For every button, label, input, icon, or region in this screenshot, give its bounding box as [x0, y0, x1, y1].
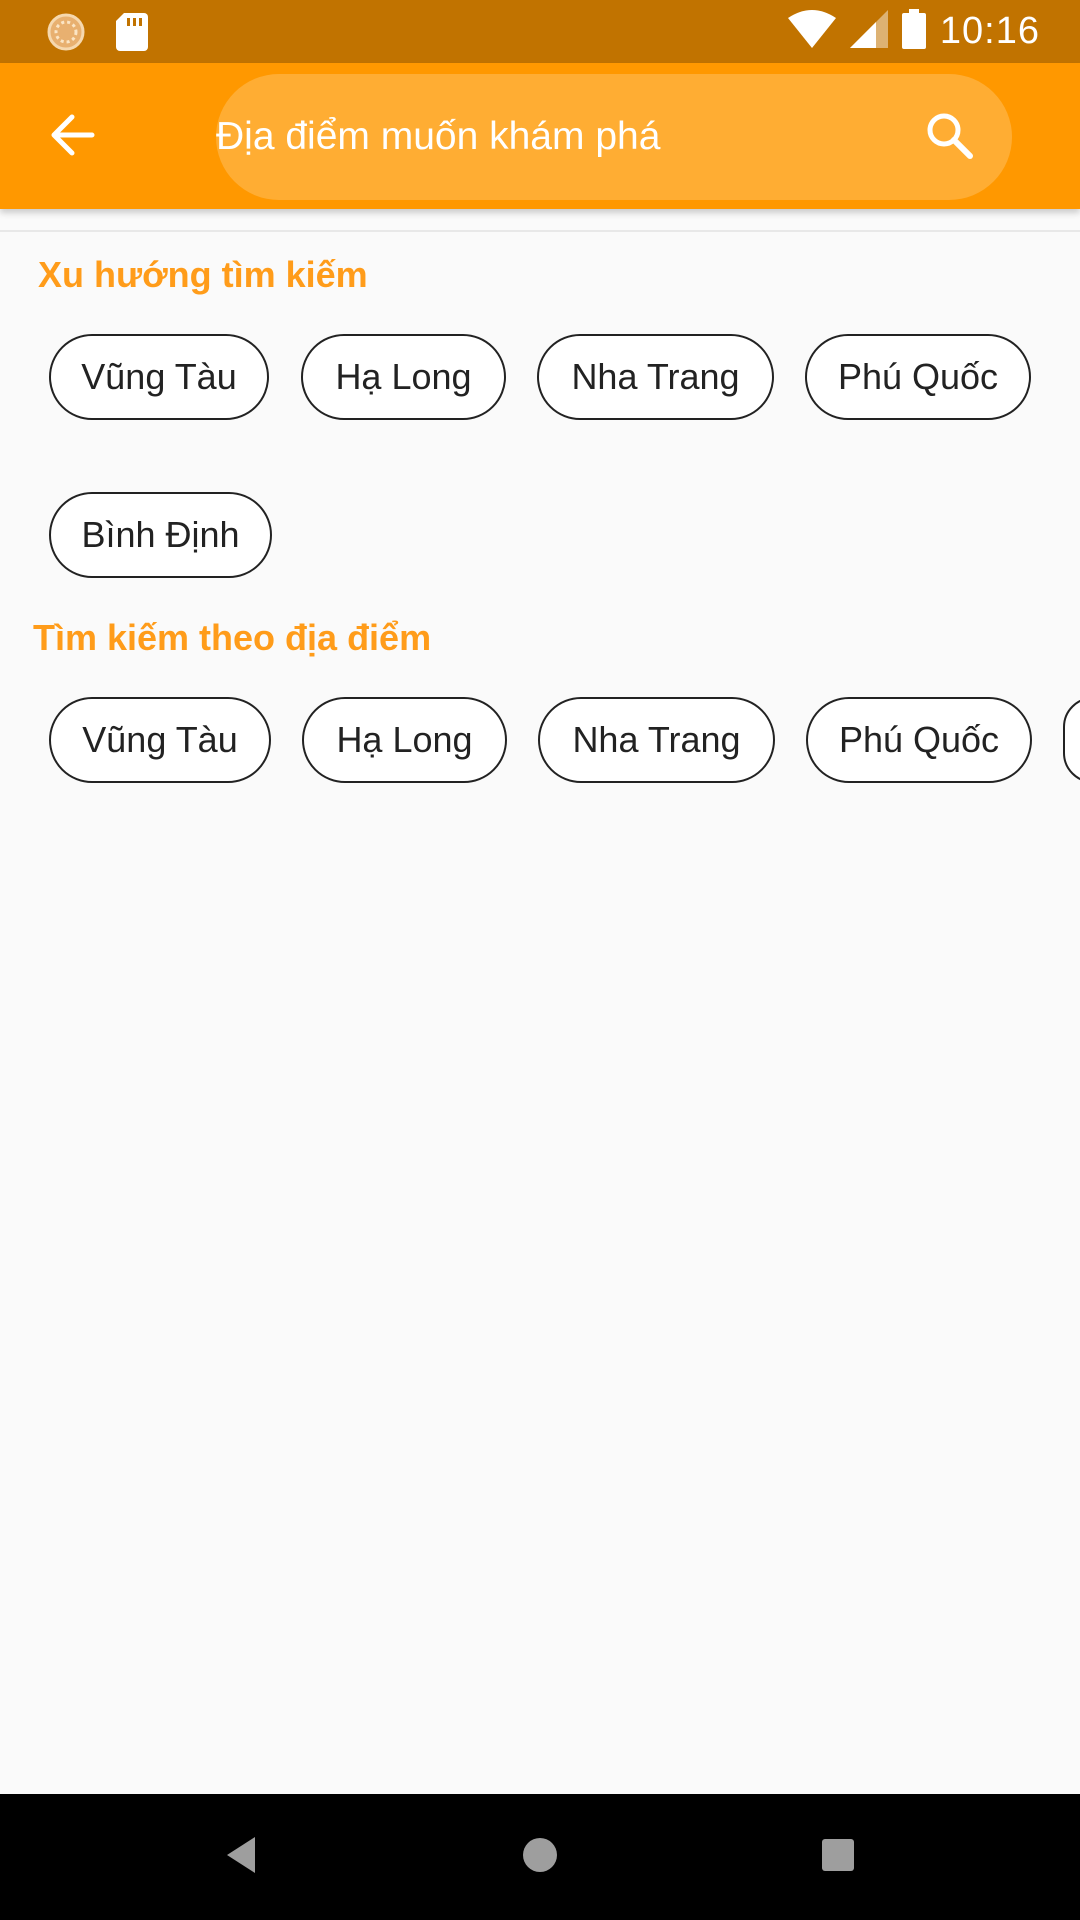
back-triangle-icon [221, 1833, 261, 1882]
home-circle-icon [520, 1835, 560, 1880]
nav-back-button[interactable] [208, 1824, 274, 1890]
app-bar [0, 63, 1080, 209]
search-button[interactable] [922, 110, 978, 166]
battery-icon [901, 9, 926, 54]
nav-home-button[interactable] [507, 1824, 573, 1890]
arrow-back-icon [48, 111, 96, 164]
recents-square-icon [819, 1836, 857, 1879]
search-input[interactable] [216, 74, 916, 200]
trending-chip[interactable]: Vũng Tàu [49, 334, 269, 420]
divider [0, 230, 1080, 232]
status-time: 10:16 [939, 10, 1040, 52]
trending-chip[interactable]: Phú Quốc [805, 334, 1031, 420]
location-chip[interactable]: Hạ Long [302, 697, 507, 783]
location-chip[interactable]: Vũng Tàu [49, 697, 271, 783]
sd-card-icon [116, 13, 148, 56]
trending-chip[interactable]: Bình Định [49, 492, 272, 578]
sync-icon [46, 12, 86, 57]
back-button[interactable] [44, 109, 100, 165]
search-icon [924, 110, 976, 167]
nav-recents-button[interactable] [805, 1824, 871, 1890]
trending-chip[interactable]: Hạ Long [301, 334, 506, 420]
trending-title: Xu hướng tìm kiếm [38, 254, 368, 295]
search-box [216, 74, 1012, 200]
trending-chip[interactable]: Nha Trang [537, 334, 774, 420]
navigation-bar [0, 1794, 1080, 1920]
location-chip[interactable]: Nha Trang [538, 697, 775, 783]
signal-icon [849, 10, 888, 53]
location-chip-overflow[interactable] [1063, 697, 1080, 783]
location-chip[interactable]: Phú Quốc [806, 697, 1032, 783]
status-bar: 10:16 [0, 0, 1080, 63]
by-location-title: Tìm kiếm theo địa điểm [33, 617, 432, 658]
wifi-icon [787, 10, 836, 53]
